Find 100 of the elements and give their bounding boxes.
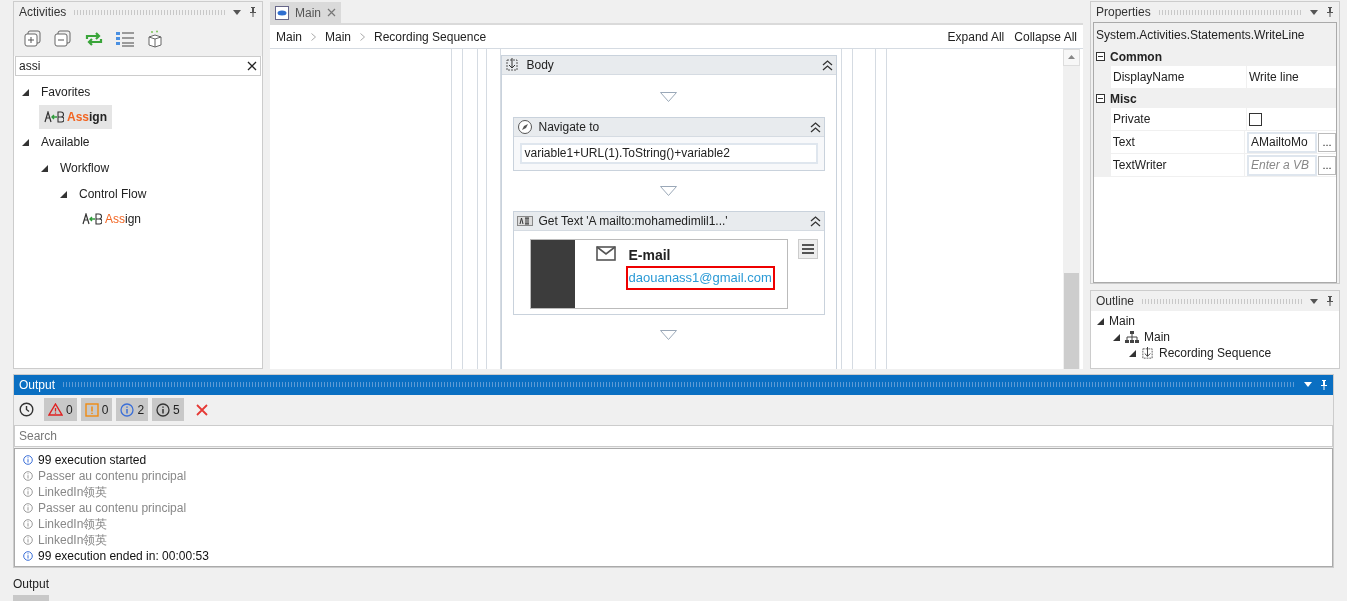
assign-icon [44,111,64,123]
dropdown-icon[interactable] [1310,298,1318,304]
log-message: LinkedIn领英 [38,531,108,549]
expanded-caret-icon[interactable] [60,190,67,198]
pin-icon[interactable] [1326,296,1334,306]
pin-icon[interactable] [1320,379,1328,390]
document-tab[interactable]: Main [270,2,341,23]
property-name: Private [1111,108,1247,130]
expanded-caret-icon[interactable] [22,88,29,96]
workflow-icon [275,5,289,20]
ellipsis-button[interactable]: ... [1318,155,1336,175]
tree-category[interactable]: Control Flow [79,185,147,203]
vertical-scrollbar[interactable] [1063,49,1080,369]
property-name: DisplayName [1111,66,1247,88]
envelope-icon [595,246,616,261]
info-icon [120,402,135,417]
collapse-icon[interactable] [809,121,821,133]
tree-category[interactable]: Favorites [41,83,91,101]
log-message: 99 execution started [38,451,147,469]
trace-icon [156,402,171,417]
collapse-box-icon[interactable] [1096,94,1105,103]
compass-icon [516,119,533,135]
expression-field[interactable]: Enter a VB [1247,154,1317,176]
bottom-tab[interactable]: Output [13,575,50,601]
get-text-activity-card[interactable]: Get Text 'A mailto:mohamedimlil1...' E-mail daouanass1@gmail.com [512,211,825,315]
chevron-icon [360,32,366,41]
outline-item[interactable]: Recording Sequence [1159,344,1272,362]
log-filter-button[interactable]: 0 [44,398,77,422]
clock-icon[interactable] [19,402,34,418]
property-name: TextWriter [1110,154,1245,176]
text-field-icon [516,216,533,226]
panel-title: Properties [1096,4,1151,21]
expanded-caret-icon[interactable] [1113,333,1120,341]
package-icon[interactable] [146,30,164,48]
url-expression-field[interactable]: variable1+URL(1).ToString()+variable2 [519,143,818,164]
log-message: LinkedIn领英 [38,515,108,533]
activity-item[interactable]: Assign [39,105,112,129]
clear-icon[interactable] [247,61,257,71]
category-header[interactable]: Common [1094,47,1336,66]
checkbox[interactable] [1249,112,1262,126]
tree-category[interactable]: Available [41,133,90,151]
log-message: LinkedIn领英 [38,483,108,501]
activity-item[interactable]: Assign [77,207,147,231]
flowchart-icon [1125,331,1139,343]
log-message: Passer au contenu principal [38,499,187,517]
log-filter-button[interactable]: 5 [152,398,184,422]
navigate-activity-card[interactable]: Navigate to variable1+URL(1).ToString()+variable2 [512,117,825,171]
type-name: System.Activities.Statements.WriteLine [1094,23,1336,47]
expand-collapse-link[interactable]: Expand All [947,27,1005,46]
scroll-up-icon[interactable] [1063,49,1080,66]
refresh-icon[interactable] [84,31,104,47]
assign-icon [82,213,102,225]
collapse-icon[interactable] [809,215,821,227]
expanded-caret-icon[interactable] [22,138,29,146]
expression-field[interactable]: AMailtoMo [1247,131,1317,153]
ellipsis-button[interactable]: ... [1318,132,1336,152]
drop-target-icon [660,186,677,196]
page-sidebar [530,240,575,308]
expanded-caret-icon[interactable] [1097,317,1104,325]
log-filter-button[interactable]: 0 [80,398,113,422]
pin-icon[interactable] [1326,7,1334,17]
search-field[interactable]: assi [15,56,261,76]
outline-item[interactable]: Main [1144,328,1170,346]
dropdown-icon[interactable] [1304,382,1312,388]
tree-category[interactable]: Workflow [60,159,110,177]
info-icon [23,502,33,513]
sequence-title: Body [526,57,555,74]
chevron-icon [311,32,316,41]
expand-collapse-link[interactable]: Collapse All [1014,27,1077,46]
expanded-caret-icon[interactable] [41,164,48,172]
scroll-thumb[interactable] [1064,273,1079,369]
dropdown-icon[interactable] [1310,9,1318,15]
outline-item[interactable]: Main [1109,312,1135,330]
expanded-caret-icon[interactable] [1129,349,1136,357]
collapse-icon[interactable] [821,59,833,71]
sequence-icon [1141,346,1154,360]
log-filter-button[interactable]: 2 [116,398,149,422]
error-icon [48,403,63,417]
list-icon[interactable] [116,31,134,47]
info-icon [23,454,33,465]
panel-title: Outline [1096,293,1135,310]
log-message: Passer au contenu principal [38,467,187,485]
info-icon [23,470,33,481]
breadcrumb-link[interactable]: Main [325,27,352,46]
breadcrumb-link[interactable]: Recording Sequence [374,27,487,46]
pin-icon[interactable] [249,7,257,17]
property-name: Text [1110,131,1245,153]
dropdown-icon[interactable] [233,9,241,15]
property-value[interactable]: Write line [1249,68,1299,86]
collapse-all-icon[interactable] [54,30,72,48]
menu-icon[interactable] [797,239,818,259]
category-header[interactable]: Misc [1094,89,1336,108]
search-input[interactable]: assi [19,57,247,75]
drop-target-icon [660,92,677,102]
breadcrumb-link[interactable]: Main [276,27,302,46]
collapse-box-icon[interactable] [1096,52,1105,61]
drop-target-icon [660,330,677,340]
expand-all-icon[interactable] [24,30,42,48]
search-field[interactable]: Search [14,424,1333,447]
close-icon[interactable] [327,8,336,17]
